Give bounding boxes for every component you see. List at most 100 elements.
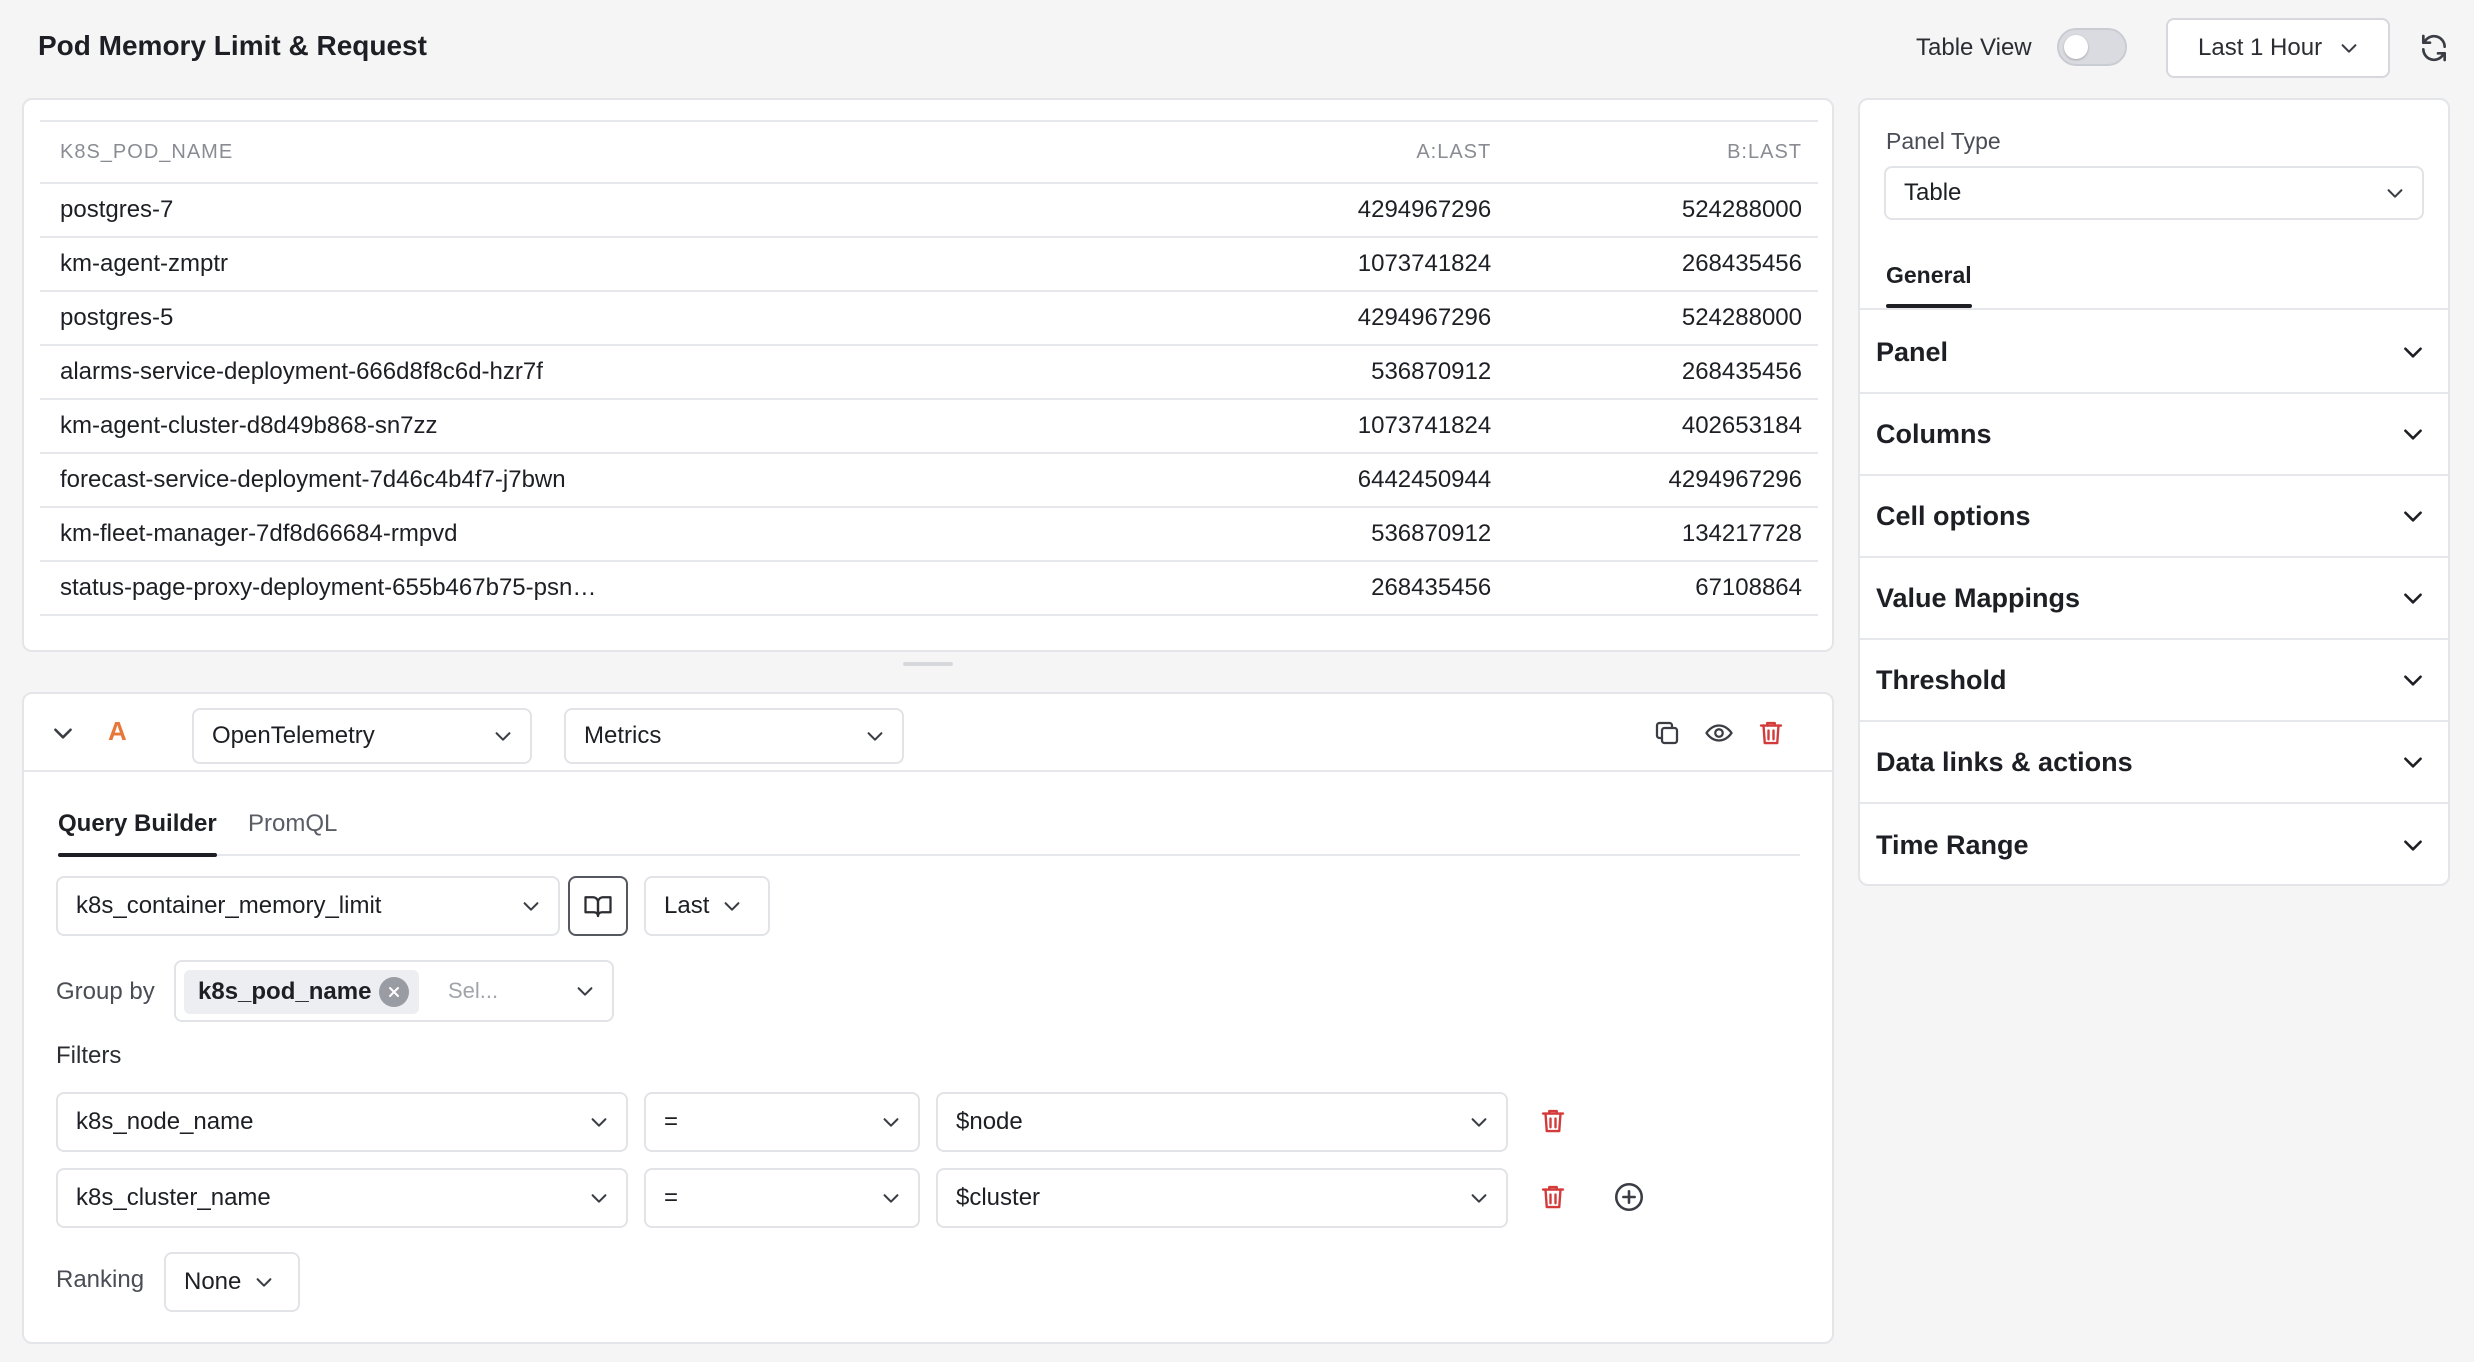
query-letter: A <box>108 716 127 746</box>
settings-section-columns[interactable]: Columns <box>1860 394 2448 476</box>
filter-key-select[interactable]: k8s_cluster_name <box>56 1168 628 1228</box>
chevron-down-icon <box>2404 593 2422 604</box>
value-cell: 6442450944 <box>1196 453 1508 508</box>
panel-settings: Panel Type Table General Panel Columns Cel… <box>1858 98 2450 886</box>
settings-section-label: Cell options <box>1876 500 2031 531</box>
chevron-down-icon <box>591 1118 607 1127</box>
settings-section-panel[interactable]: Panel <box>1860 312 2448 394</box>
data-source-value: OpenTelemetry <box>212 722 375 749</box>
pod-name-cell: alarms-service-deployment-666d8f8c6d-hzr… <box>40 345 1197 400</box>
chevron-down-icon <box>523 902 539 911</box>
column-header[interactable]: K8S_POD_NAME <box>40 120 1197 184</box>
value-cell: 402653184 <box>1507 399 1818 454</box>
signal-value: Metrics <box>584 722 662 749</box>
trash-icon[interactable] <box>1538 1182 1568 1212</box>
settings-section-label: Value Mappings <box>1876 582 2081 613</box>
metric-value: k8s_container_memory_limit <box>76 892 382 919</box>
table-row[interactable]: status-page-proxy-deployment-655b467b75-… <box>40 561 1818 616</box>
filter-value-select[interactable]: $cluster <box>936 1168 1508 1228</box>
plus-circle-icon[interactable] <box>1612 1180 1646 1214</box>
pod-name-cell: forecast-service-deployment-7d46c4b4f7-j… <box>40 453 1197 508</box>
close-icon[interactable] <box>379 977 410 1007</box>
refresh-icon[interactable] <box>2418 32 2450 64</box>
signal-select[interactable]: Metrics <box>564 708 904 764</box>
ranking-select[interactable]: None <box>164 1252 300 1312</box>
chevron-down-icon <box>2404 675 2422 686</box>
table-row[interactable]: forecast-service-deployment-7d46c4b4f7-j… <box>40 453 1818 508</box>
filter-value: $cluster <box>956 1184 1041 1211</box>
metric-docs-button[interactable] <box>568 876 628 936</box>
chevron-down-icon <box>2404 840 2422 851</box>
filter-value: $node <box>956 1108 1023 1135</box>
results-table: K8S_POD_NAME A:LAST B:LAST postgres-7 429… <box>40 120 1818 650</box>
book-icon <box>584 896 612 918</box>
filter-key-value: k8s_node_name <box>76 1108 254 1135</box>
settings-section-label: Threshold <box>1876 664 2007 695</box>
filter-operator-select[interactable]: = <box>644 1092 920 1152</box>
settings-section-time-range[interactable]: Time Range <box>1860 804 2448 884</box>
table-row[interactable]: km-fleet-manager-7df8d66684-rmpvd 5368709… <box>40 507 1818 562</box>
trash-icon[interactable] <box>1538 1106 1568 1136</box>
chevron-down-icon <box>867 732 883 741</box>
data-source-select[interactable]: OpenTelemetry <box>192 708 532 764</box>
tab-query-builder[interactable]: Query Builder <box>58 810 217 857</box>
settings-section-data-links-actions[interactable]: Data links & actions <box>1860 722 2448 804</box>
table-header-row: K8S_POD_NAME A:LAST B:LAST <box>40 120 1818 184</box>
eye-icon[interactable] <box>1704 718 1734 748</box>
table-row[interactable]: km-agent-zmptr 1073741824 268435456 <box>40 237 1818 292</box>
pod-name-cell: postgres-7 <box>40 183 1197 238</box>
copy-icon[interactable] <box>1652 718 1682 748</box>
value-cell: 4294967296 <box>1196 183 1508 238</box>
value-cell: 134217728 <box>1507 507 1818 562</box>
divider <box>24 770 1832 772</box>
time-range-button[interactable]: Last 1 Hour <box>2166 18 2390 78</box>
column-header[interactable]: B:LAST <box>1507 120 1818 184</box>
filter-operator-select[interactable]: = <box>644 1168 920 1228</box>
group-by-label: Group by <box>56 978 155 1005</box>
panel-type-select[interactable]: Table <box>1884 166 2424 220</box>
filter-key-select[interactable]: k8s_node_name <box>56 1092 628 1152</box>
settings-section-cell-options[interactable]: Cell options <box>1860 476 2448 558</box>
filter-value-select[interactable]: $node <box>936 1092 1508 1152</box>
chevron-down-icon <box>1471 1118 1487 1127</box>
chevron-down-icon[interactable] <box>50 720 76 746</box>
trash-icon[interactable] <box>1756 718 1786 748</box>
table-view-toggle[interactable] <box>2057 28 2127 66</box>
panel-type-label: Panel Type <box>1886 128 2001 154</box>
group-by-select[interactable]: k8s_pod_name Sel... <box>174 960 614 1022</box>
time-range-label: Last 1 Hour <box>2198 34 2323 61</box>
value-cell: 536870912 <box>1196 345 1508 400</box>
pod-name-cell: km-agent-cluster-d8d49b868-sn7zz <box>40 399 1197 454</box>
settings-section-threshold[interactable]: Threshold <box>1860 640 2448 722</box>
aggregation-select[interactable]: Last <box>644 876 770 936</box>
filters-label: Filters <box>56 1042 122 1069</box>
value-cell: 1073741824 <box>1196 399 1508 454</box>
resize-handle[interactable] <box>903 662 953 666</box>
settings-section-label: Columns <box>1876 418 1992 449</box>
value-cell: 268435456 <box>1507 237 1818 292</box>
chevron-down-icon <box>883 1194 899 1203</box>
tab-promql[interactable]: PromQL <box>248 810 337 838</box>
table-row[interactable]: postgres-5 4294967296 524288000 <box>40 291 1818 346</box>
tab-general[interactable]: General <box>1886 262 1972 308</box>
value-cell: 4294967296 <box>1196 291 1508 346</box>
value-cell: 524288000 <box>1507 291 1818 346</box>
query-editor: A OpenTelemetry Metrics Query Builder Pr… <box>22 692 1834 1344</box>
metric-select[interactable]: k8s_container_memory_limit <box>56 876 560 936</box>
settings-section-label: Time Range <box>1876 829 2029 860</box>
table-row[interactable]: km-agent-cluster-d8d49b868-sn7zz 10737418… <box>40 399 1818 454</box>
filter-key-value: k8s_cluster_name <box>76 1184 271 1211</box>
column-header[interactable]: A:LAST <box>1196 120 1508 184</box>
table-row[interactable]: alarms-service-deployment-666d8f8c6d-hzr… <box>40 345 1818 400</box>
table-row[interactable]: postgres-7 4294967296 524288000 <box>40 183 1818 238</box>
table-view-label: Table View <box>1916 34 2032 61</box>
chevron-down-icon <box>256 1278 272 1287</box>
settings-section-label: Data links & actions <box>1876 746 2133 777</box>
settings-section-value-mappings[interactable]: Value Mappings <box>1860 558 2448 640</box>
value-cell: 536870912 <box>1196 507 1508 562</box>
value-cell: 67108864 <box>1507 561 1818 616</box>
value-cell: 268435456 <box>1507 345 1818 400</box>
group-by-placeholder: Sel... <box>448 978 499 1003</box>
value-cell: 1073741824 <box>1196 237 1508 292</box>
chevron-down-icon <box>2341 44 2357 53</box>
